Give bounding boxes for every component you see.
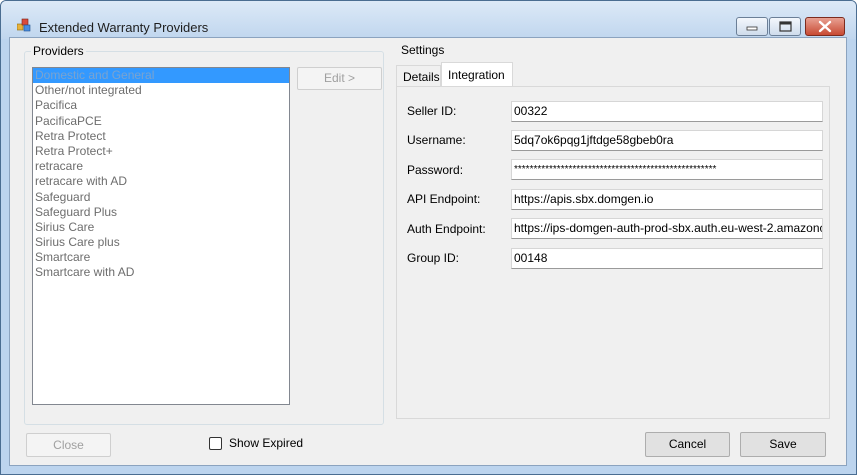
list-item[interactable]: Smartcare [33,250,289,265]
list-item[interactable]: Retra Protect+ [33,144,289,159]
auth-endpoint-label: Auth Endpoint: [407,222,486,236]
auth-endpoint-field[interactable]: https://ips-domgen-auth-prod-sbx.auth.eu… [511,218,823,239]
password-label: Password: [407,163,464,177]
minimize-icon [746,26,758,31]
list-item[interactable]: PacificaPCE [33,114,289,129]
list-item[interactable]: Other/not integrated [33,83,289,98]
list-item[interactable]: retracare [33,159,289,174]
maximize-button[interactable] [769,17,801,36]
group-id-field[interactable]: 00148 [511,248,823,269]
cancel-button[interactable]: Cancel [645,432,730,457]
integration-panel: Seller ID: 00322 Username: 5dq7ok6pqg1jf… [396,86,830,419]
api-endpoint-label: API Endpoint: [407,192,481,206]
list-item[interactable]: Sirius Care plus [33,235,289,250]
group-id-label: Group ID: [407,251,460,265]
show-expired-label[interactable]: Show Expired [229,436,303,450]
list-item[interactable]: Retra Protect [33,129,289,144]
client-area: Providers Domestic and General Other/not… [9,37,847,466]
maximize-icon [779,21,792,32]
tab-integration[interactable]: Integration [441,62,513,86]
extended-warranty-window: Extended Warranty Providers Providers Do… [0,0,857,475]
window-title: Extended Warranty Providers [39,20,209,35]
api-endpoint-field[interactable]: https://apis.sbx.domgen.io [511,189,823,210]
list-item[interactable]: Sirius Care [33,220,289,235]
list-item[interactable]: Smartcare with AD [33,265,289,280]
username-label: Username: [407,133,466,147]
close-window-button[interactable] [805,17,845,36]
title-bar[interactable]: Extended Warranty Providers [1,1,856,39]
providers-group-label: Providers [31,44,86,58]
providers-list[interactable]: Domestic and General Other/not integrate… [32,67,290,405]
save-button[interactable]: Save [740,432,826,457]
list-item[interactable]: retracare with AD [33,174,289,189]
seller-id-field[interactable]: 00322 [511,101,823,122]
seller-id-label: Seller ID: [407,104,457,118]
minimize-button[interactable] [736,17,768,36]
app-icon [17,18,31,32]
password-field[interactable]: ****************************************… [511,159,823,180]
list-item[interactable]: Pacifica [33,98,289,113]
edit-button[interactable]: Edit > [297,67,382,90]
list-item[interactable]: Domestic and General [33,68,289,84]
settings-group-label: Settings [399,43,447,57]
show-expired-checkbox[interactable] [209,437,222,450]
list-item[interactable]: Safeguard Plus [33,205,289,220]
tab-details[interactable]: Details [396,65,441,87]
close-icon [818,20,832,33]
close-button[interactable]: Close [26,433,111,457]
providers-group: Providers Domestic and General Other/not… [24,44,384,425]
list-item[interactable]: Safeguard [33,190,289,205]
username-field[interactable]: 5dq7ok6pqg1jftdge58gbeb0ra [511,130,823,151]
